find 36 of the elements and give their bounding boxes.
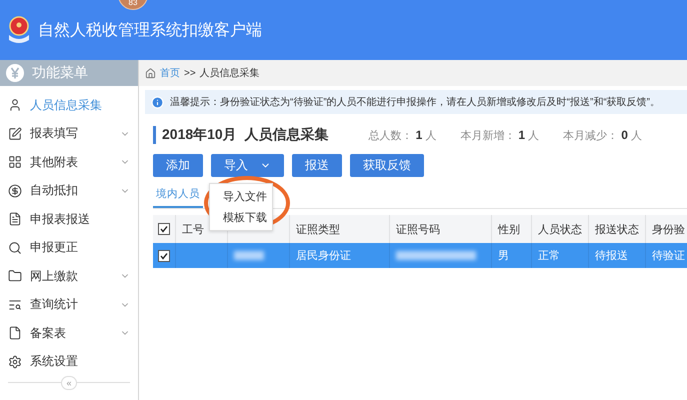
menu-item[interactable]: 备案表	[0, 319, 138, 348]
stat-text: 本月减少： 0 人	[563, 128, 642, 142]
column-header: 性别	[498, 222, 520, 236]
page-title: 2018年10月 人员信息采集	[153, 126, 328, 144]
action-button[interactable]: 获取反馈	[350, 154, 424, 177]
menu-item[interactable]: 系统设置	[0, 348, 138, 376]
notice-text: 温馨提示：身份验证状态为“待验证”的人员不能进行申报操作，请在人员新增或修改后及时“报送”和“获取反馈”。	[170, 96, 660, 109]
column-header: 人员状态	[538, 222, 582, 236]
action-button[interactable]: 导入	[211, 154, 284, 177]
menu-item[interactable]: 申报更正	[0, 234, 138, 262]
menu-option[interactable]: 导入文件	[210, 186, 272, 207]
menu-item[interactable]: 申报表报送	[0, 205, 138, 234]
sidebar-title: 功能菜单	[32, 64, 88, 82]
action-button[interactable]: 添加	[153, 154, 203, 177]
menu-item[interactable]: 自动抵扣	[0, 176, 138, 205]
menu-item[interactable]: 网上缴款	[0, 262, 138, 290]
table-cell-text: 待验证	[652, 249, 685, 263]
table-cell-text: 正常	[538, 249, 560, 263]
column-header: 证照类型	[296, 222, 340, 236]
app-title: 自然人税收管理系统扣缴客户端	[38, 20, 262, 40]
menu-item[interactable]: 其他附表	[0, 148, 138, 176]
column-header: 证照号码	[396, 222, 440, 236]
menu-item[interactable]: 报表填写	[0, 120, 138, 148]
action-button[interactable]: 报送	[292, 154, 342, 177]
menu-option[interactable]: 模板下载	[210, 207, 272, 228]
table-cell-text: 居民身份证	[296, 249, 351, 263]
stat-text: 总人数： 1 人	[368, 128, 436, 142]
menu-item[interactable]: 查询统计	[0, 290, 138, 319]
breadcrumb-separator: >>	[184, 68, 196, 78]
breadcrumb-current: 人员信息采集	[200, 66, 260, 80]
column-header: 工号	[182, 222, 204, 236]
stat-text: 本月新增： 1 人	[460, 128, 540, 142]
column-header: 报送状态	[595, 222, 639, 236]
table-cell-text: 待报送	[595, 249, 628, 263]
column-header: 身份验	[652, 222, 685, 236]
table-cell-text: 男	[498, 249, 509, 263]
